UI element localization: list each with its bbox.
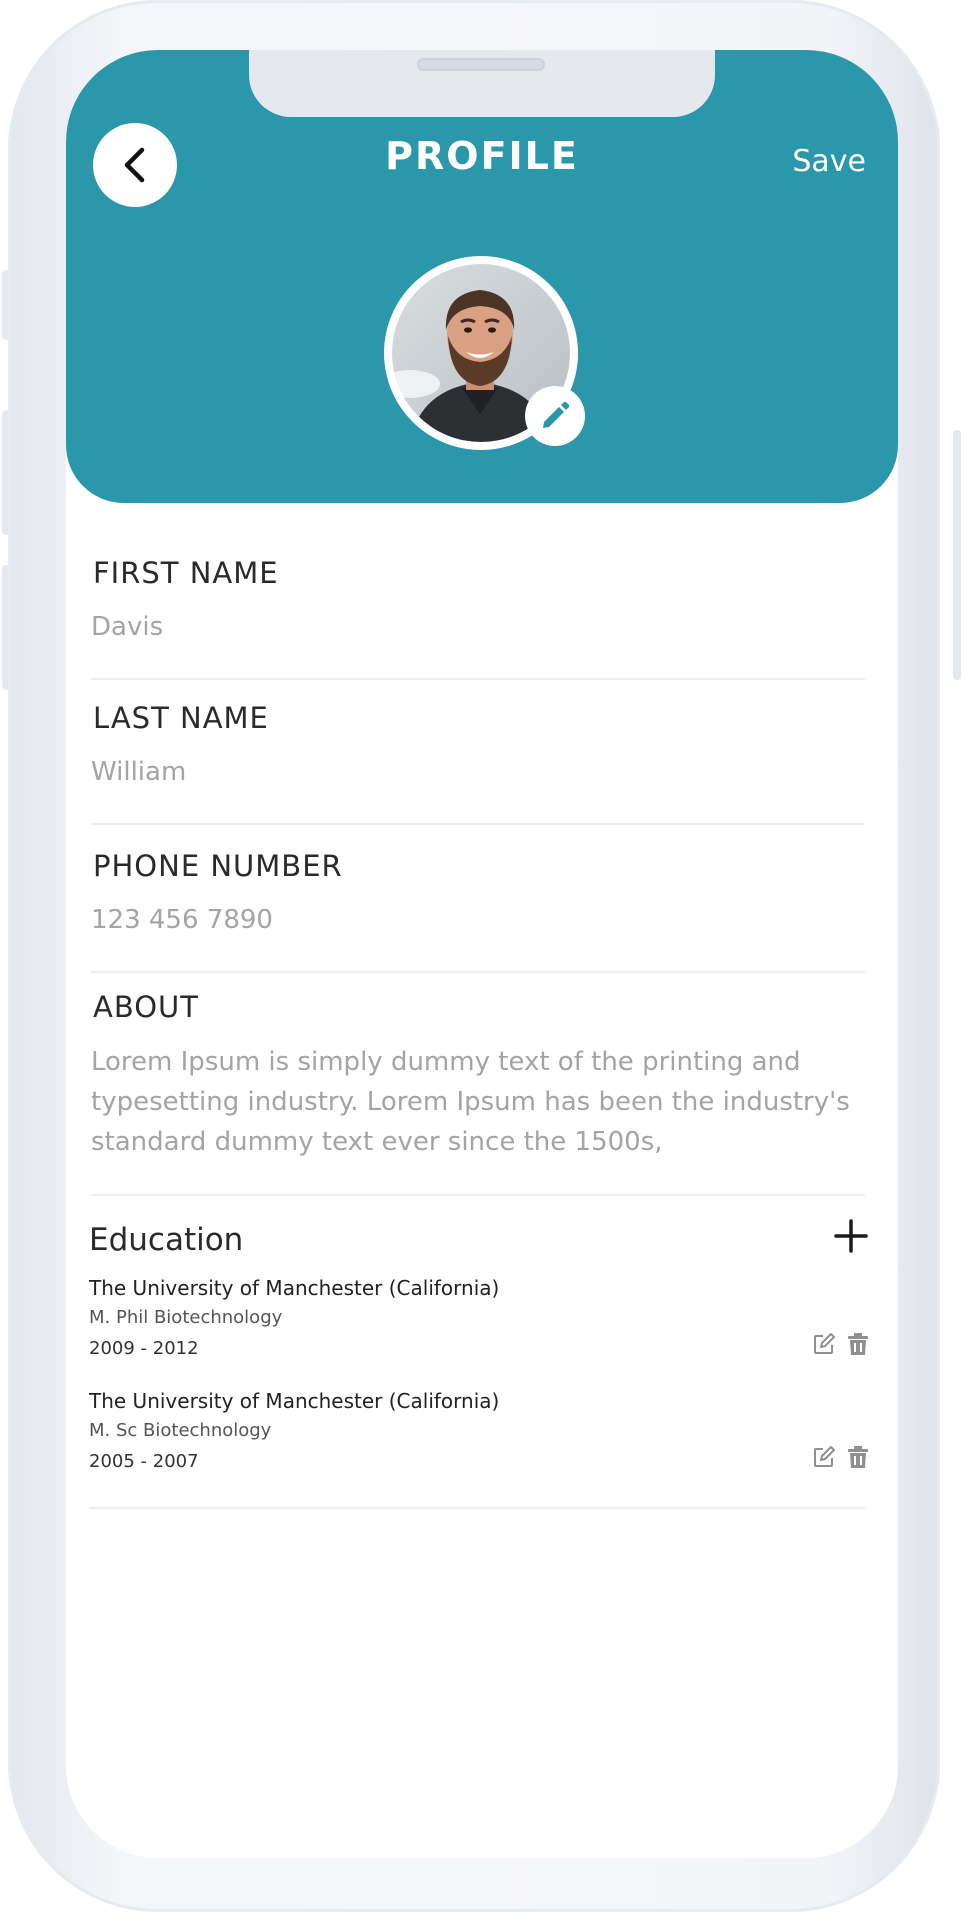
delete-education-button[interactable]	[845, 1332, 871, 1358]
pencil-icon	[543, 401, 570, 428]
edit-education-button[interactable]	[811, 1445, 837, 1471]
last-name-label: LAST NAME	[93, 701, 269, 735]
first-name-label: FIRST NAME	[93, 556, 279, 590]
edit-photo-button[interactable]	[525, 386, 585, 446]
education-item: The University of Manchester (California…	[89, 1276, 869, 1371]
add-education-button[interactable]	[833, 1218, 869, 1254]
profile-header: PROFILE Save	[66, 50, 898, 503]
phone-number-field[interactable]: PHONE NUMBER 123 456 7890	[91, 849, 865, 935]
divider	[91, 823, 865, 825]
edit-icon	[814, 1333, 835, 1354]
education-degree: M. Sc Biotechnology	[89, 1420, 272, 1441]
app-screen: PROFILE Save FIRST NAME Davis LAST NAME …	[66, 50, 898, 1858]
divider	[89, 1507, 865, 1509]
about-field[interactable]: ABOUT Lorem Ipsum is simply dummy text o…	[91, 990, 865, 1160]
about-label: ABOUT	[93, 990, 199, 1024]
divider	[91, 678, 865, 680]
page: PROFILE Save FIRST NAME Davis LAST NAME …	[0, 0, 965, 1919]
phone-number-value[interactable]: 123 456 7890	[91, 905, 273, 935]
page-title: PROFILE	[385, 134, 579, 178]
education-years: 2005 - 2007	[89, 1451, 199, 1472]
edit-icon	[814, 1446, 835, 1467]
education-item: The University of Manchester (California…	[89, 1389, 869, 1484]
edit-education-button[interactable]	[811, 1332, 837, 1358]
delete-education-button[interactable]	[845, 1445, 871, 1471]
divider	[91, 1194, 865, 1196]
first-name-value[interactable]: Davis	[91, 612, 163, 642]
last-name-value[interactable]: William	[91, 757, 186, 787]
education-years: 2009 - 2012	[89, 1338, 199, 1359]
last-name-field[interactable]: LAST NAME William	[91, 701, 865, 787]
education-school: The University of Manchester (California…	[89, 1276, 500, 1300]
plus-icon	[834, 1219, 868, 1253]
trash-icon	[848, 1446, 868, 1468]
first-name-field[interactable]: FIRST NAME Davis	[91, 556, 865, 642]
earpiece-speaker	[417, 58, 545, 71]
save-button[interactable]: Save	[792, 144, 866, 179]
phone-number-label: PHONE NUMBER	[93, 849, 343, 883]
phone-power-button	[953, 430, 961, 680]
education-degree: M. Phil Biotechnology	[89, 1307, 283, 1328]
about-value[interactable]: Lorem Ipsum is simply dummy text of the …	[91, 1042, 881, 1162]
trash-icon	[848, 1333, 868, 1355]
divider	[91, 971, 865, 973]
education-heading: Education	[89, 1222, 244, 1258]
education-school: The University of Manchester (California…	[89, 1389, 500, 1413]
phone-notch	[249, 50, 715, 117]
